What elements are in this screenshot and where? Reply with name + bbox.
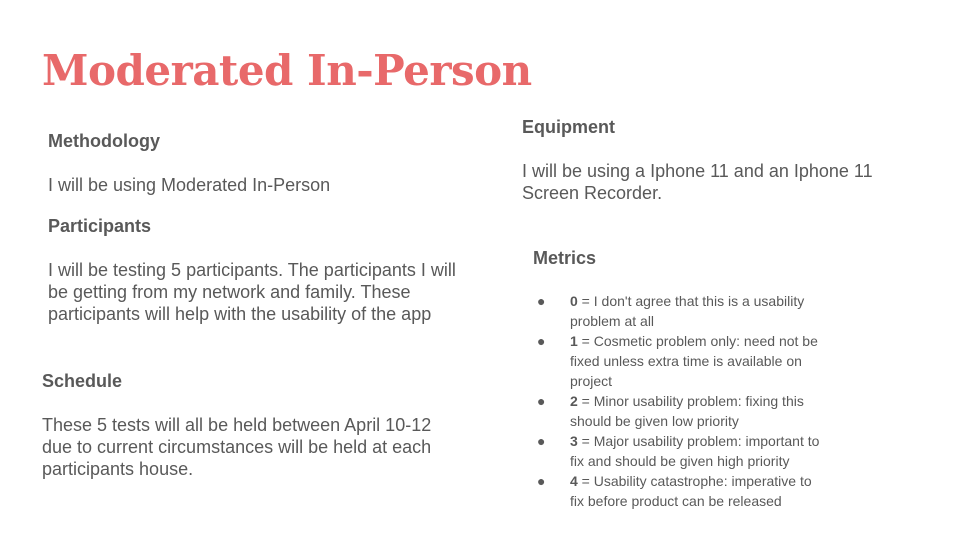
metric-description: = Major usability problem: important to …	[570, 433, 820, 469]
participants-heading: Participants	[48, 216, 152, 236]
participants-section: Participants I will be testing 5 partici…	[48, 215, 468, 325]
metrics-item: ● 4 = Usability catastrophe: imperative …	[533, 471, 820, 511]
metrics-item: ● 3 = Major usability problem: important…	[533, 431, 820, 471]
schedule-section: Schedule These 5 tests will all be held …	[42, 370, 462, 480]
bullet-icon: ●	[537, 433, 546, 449]
metric-score: 2	[570, 393, 578, 409]
bullet-icon: ●	[537, 333, 546, 349]
equipment-heading: Equipment	[522, 117, 615, 137]
metric-description: = Usability catastrophe: imperative to f…	[570, 473, 812, 509]
metric-score: 1	[570, 333, 578, 349]
metric-score: 4	[570, 473, 578, 489]
methodology-heading: Methodology	[48, 131, 160, 151]
metrics-item: ● 1 = Cosmetic problem only: need not be…	[533, 331, 820, 391]
metric-description: = Cosmetic problem only: need not be fix…	[570, 333, 818, 389]
methodology-section: Methodology I will be using Moderated In…	[48, 130, 468, 196]
methodology-text: I will be using Moderated In-Person	[48, 175, 331, 195]
bullet-icon: ●	[537, 473, 546, 489]
metric-score: 3	[570, 433, 578, 449]
schedule-heading: Schedule	[42, 371, 123, 391]
bullet-icon: ●	[537, 293, 546, 309]
metric-description: = Minor usability problem: fixing this s…	[570, 393, 804, 429]
participants-text: I will be testing 5 participants. The pa…	[48, 260, 456, 324]
metric-description: = I don't agree that this is a usability…	[570, 293, 805, 329]
page-title: Moderated In-Person	[42, 46, 532, 95]
equipment-section: Equipment I will be using a Iphone 11 an…	[522, 116, 922, 204]
schedule-text: These 5 tests will all be held between A…	[42, 415, 432, 479]
bullet-icon: ●	[537, 393, 546, 409]
metrics-item: ● 2 = Minor usability problem: fixing th…	[533, 391, 820, 431]
metric-score: 0	[570, 293, 578, 309]
metrics-list: ● 0 = I don't agree that this is a usabi…	[533, 291, 833, 511]
metrics-heading: Metrics	[533, 248, 597, 268]
equipment-text: I will be using a Iphone 11 and an Iphon…	[522, 161, 873, 203]
metrics-item: ● 0 = I don't agree that this is a usabi…	[533, 291, 820, 331]
metrics-section: Metrics ● 0 = I don't agree that this is…	[533, 247, 833, 511]
